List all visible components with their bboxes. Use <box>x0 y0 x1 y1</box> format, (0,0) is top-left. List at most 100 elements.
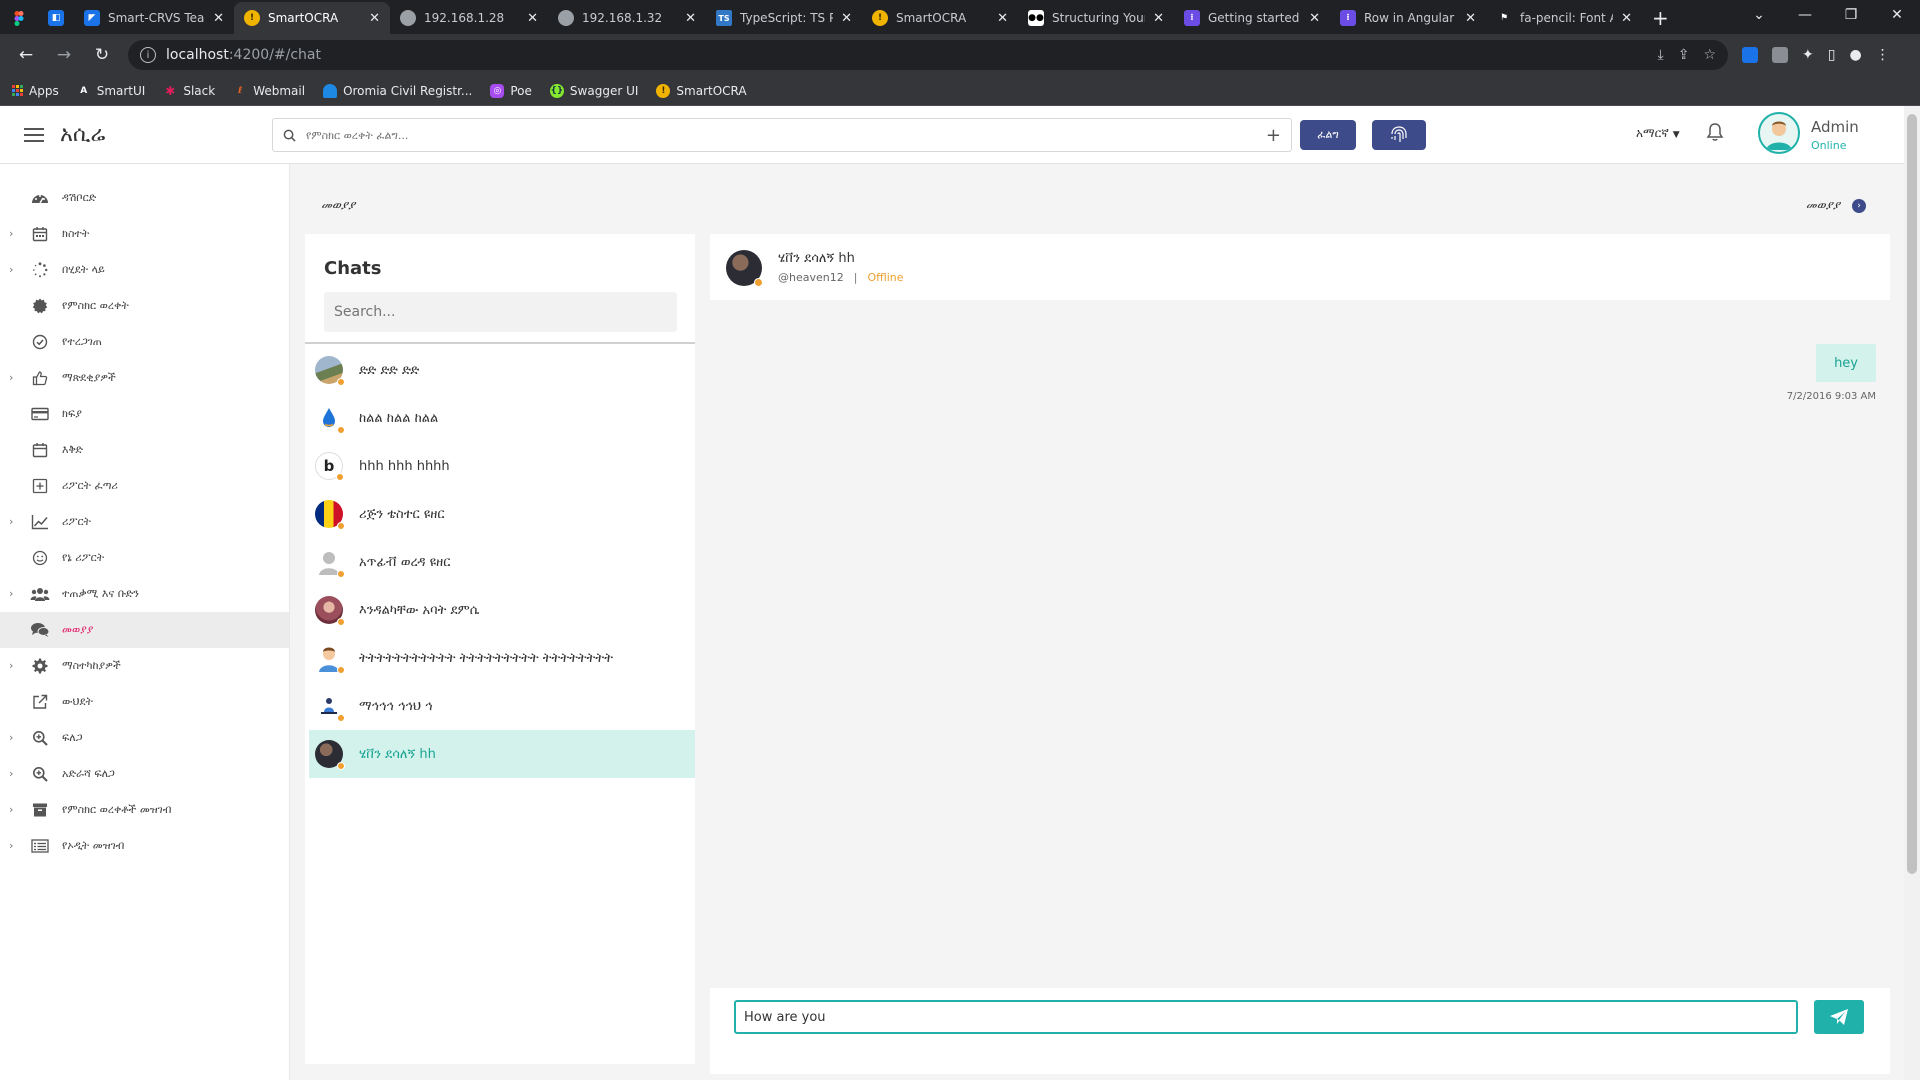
restore-icon[interactable]: ❐ <box>1828 7 1874 23</box>
sidebar-item-plan[interactable]: እቅድ <box>0 432 289 468</box>
breadcrumb-item[interactable]: መወያያ <box>1806 198 1840 213</box>
chat-list-item[interactable]: b hhh hhh hhhh <box>309 442 695 490</box>
close-icon[interactable]: ✕ <box>1465 11 1476 26</box>
close-icon[interactable]: ✕ <box>1621 11 1632 26</box>
puzzle-extensions-icon[interactable]: ✦ <box>1802 47 1814 63</box>
bookmark-webmail[interactable]: ℓ Webmail <box>233 84 305 98</box>
forward-icon[interactable]: → <box>48 39 80 71</box>
side-panel-icon[interactable]: ▯ <box>1828 47 1836 63</box>
chat-list-item[interactable]: እንዳልካቸው አባት ደምሴ <box>309 586 695 634</box>
close-icon[interactable]: ✕ <box>997 11 1008 26</box>
send-button[interactable] <box>1814 1000 1864 1034</box>
chat-list-item[interactable]: ማኅኅኅ ኅኅህ ኅ <box>309 682 695 730</box>
chat-list-item[interactable]: አጥፊቭ ወረዳ ዩዘር <box>309 538 695 586</box>
minimize-icon[interactable]: — <box>1782 7 1828 23</box>
reload-icon[interactable]: ↻ <box>86 39 118 71</box>
window-close-icon[interactable]: ✕ <box>1874 7 1920 23</box>
user-avatar[interactable] <box>1758 112 1800 154</box>
sidebar-item-settings[interactable]: › ማስተካከያዎች <box>0 648 289 684</box>
fingerprint-button[interactable] <box>1372 120 1426 150</box>
sidebar-item-audit-log[interactable]: › የኦዲት መዝገብ <box>0 828 289 864</box>
tab-smartocra-active[interactable]: ! SmartOCRA ✕ <box>234 2 390 34</box>
sidebar-item-chat[interactable]: መወያያ <box>0 612 289 648</box>
b-logo-avatar: b <box>315 452 344 481</box>
chevron-circle-right-icon[interactable]: › <box>1852 198 1866 213</box>
sidebar-item-label: ተጠቃሚ እና ቡድን <box>62 587 140 600</box>
sidebar-item-my-report[interactable]: የኔ ሪፖርት <box>0 540 289 576</box>
chat-list-item-active[interactable]: ሄቨን ደሳለኝ hh <box>309 730 695 778</box>
sidebar-item-users-groups[interactable]: › ተጠቃሚ እና ቡድን <box>0 576 289 612</box>
info-icon[interactable]: i <box>140 47 156 63</box>
share-icon[interactable]: ⇪ <box>1678 47 1690 63</box>
hamburger-menu-icon[interactable] <box>24 127 44 142</box>
tab-structuring[interactable]: ●● Structuring Your ✕ <box>1018 2 1174 34</box>
certificate-search-input[interactable] <box>306 128 1266 142</box>
bookmark-swagger[interactable]: {} Swagger UI <box>549 83 638 98</box>
chats-search-input[interactable] <box>324 292 677 332</box>
sidebar-item-event[interactable]: › ክስተት <box>0 216 289 252</box>
bookmark-smartui[interactable]: A SmartUI <box>77 84 145 98</box>
bookmarks-bar: Apps A SmartUI ✱ Slack ℓ Webmail Oromia … <box>0 76 1920 106</box>
menu-kebab-icon[interactable]: ⋮ <box>1876 47 1890 63</box>
tab-vscode[interactable]: ◧ <box>38 2 74 34</box>
language-selector[interactable]: አማርኛ ▼ <box>1636 126 1680 141</box>
tab-search-icon[interactable]: ⌄ <box>1736 7 1782 23</box>
tab-row-angular[interactable]: ⁝ Row in Angular ( ✕ <box>1330 2 1486 34</box>
close-icon[interactable]: ✕ <box>685 11 696 26</box>
tab-ip-28[interactable]: 192.168.1.28 ✕ <box>390 2 548 34</box>
sidebar-item-verified[interactable]: የተረጋገጠ <box>0 324 289 360</box>
sidebar-item-report-builder[interactable]: ሪፖርት ፈጣሪ <box>0 468 289 504</box>
sidebar-item-integration[interactable]: ውህደት <box>0 684 289 720</box>
bookmark-star-icon[interactable]: ☆ <box>1703 47 1716 63</box>
install-app-icon[interactable]: ⤓ <box>1658 47 1664 63</box>
notification-bell-icon[interactable] <box>1706 122 1724 146</box>
bookmark-apps[interactable]: Apps <box>12 84 59 98</box>
sidebar-item-approvals[interactable]: › ማጽደቂያዎች <box>0 360 289 396</box>
chat-list-item[interactable]: ትትትትትትትትትትት ትትትትትትትትት ትትትትትትትት <box>309 634 695 682</box>
profile-icon[interactable]: ● <box>1849 47 1861 63</box>
chat-list-item[interactable]: ሪጅን ቴስተር ዩዘር <box>309 490 695 538</box>
sidebar-item-dashboard[interactable]: ዳሽቦርድ <box>0 180 289 216</box>
bookmark-poe[interactable]: ◎ Poe <box>490 83 532 98</box>
tab-smartocra[interactable]: ! SmartOCRA ✕ <box>862 2 1018 34</box>
close-icon[interactable]: ✕ <box>527 11 538 26</box>
chat-list-item[interactable]: ድድ ድድ ድድ <box>309 346 695 394</box>
scrollbar-thumb[interactable] <box>1907 114 1917 874</box>
contact-meta: @heaven12 | Offline <box>778 271 904 284</box>
app-brand[interactable]: አሲሬ <box>60 122 250 147</box>
close-icon[interactable]: ✕ <box>213 11 224 26</box>
bookmark-smartocra[interactable]: ! SmartOCRA <box>656 83 747 98</box>
tab-typescript[interactable]: TS TypeScript: TS Pl ✕ <box>706 2 862 34</box>
sidebar-item-search[interactable]: › ፍለጋ <box>0 720 289 756</box>
sidebar-item-certificate-registry[interactable]: › የምስክር ወረቀቶች መዝገብ <box>0 792 289 828</box>
page-scrollbar[interactable] <box>1904 106 1920 1080</box>
cartoon-user-avatar <box>315 644 345 674</box>
tab-ip-32[interactable]: 192.168.1.32 ✕ <box>548 2 706 34</box>
sidebar-item-payment[interactable]: ክፍያ <box>0 396 289 432</box>
extension-icon[interactable] <box>1742 47 1758 63</box>
new-tab-button[interactable]: + <box>1642 2 1679 34</box>
tab-smart-crvs[interactable]: ◤ Smart-CRVS Tea ✕ <box>74 2 234 34</box>
close-icon[interactable]: ✕ <box>369 11 380 26</box>
sidebar-item-certificate[interactable]: የምስክር ወረቀት <box>0 288 289 324</box>
sidebar-item-in-progress[interactable]: › በሂደት ላይ <box>0 252 289 288</box>
message-input[interactable] <box>734 1000 1798 1034</box>
close-icon[interactable]: ✕ <box>1309 11 1320 26</box>
tab-getting-started[interactable]: ⁝ Getting started v ✕ <box>1174 2 1330 34</box>
address-bar[interactable]: i localhost:4200/#/chat ⤓ ⇪ ☆ <box>128 40 1728 70</box>
contact-avatar[interactable] <box>726 250 763 287</box>
tab-fa-pencil[interactable]: ⚑ fa-pencil: Font A ✕ <box>1486 2 1642 34</box>
chat-list-item[interactable]: ከልል ከልል ከልል <box>309 394 695 442</box>
bookmark-oromia[interactable]: Oromia Civil Registr... <box>323 83 472 98</box>
tab-figma[interactable] <box>0 2 38 34</box>
bookmark-slack[interactable]: ✱ Slack <box>163 84 215 98</box>
plus-icon[interactable]: + <box>1266 125 1281 146</box>
close-icon[interactable]: ✕ <box>1153 11 1164 26</box>
back-icon[interactable]: ← <box>10 39 42 71</box>
sidebar-item-report[interactable]: › ሪፖርት <box>0 504 289 540</box>
close-icon[interactable]: ✕ <box>841 11 852 26</box>
extension-icon[interactable] <box>1772 47 1788 63</box>
person-avatar <box>315 692 345 722</box>
sidebar-item-address-search[interactable]: › አድራሻ ፍለጋ <box>0 756 289 792</box>
search-button[interactable]: ፈልግ <box>1300 120 1356 150</box>
